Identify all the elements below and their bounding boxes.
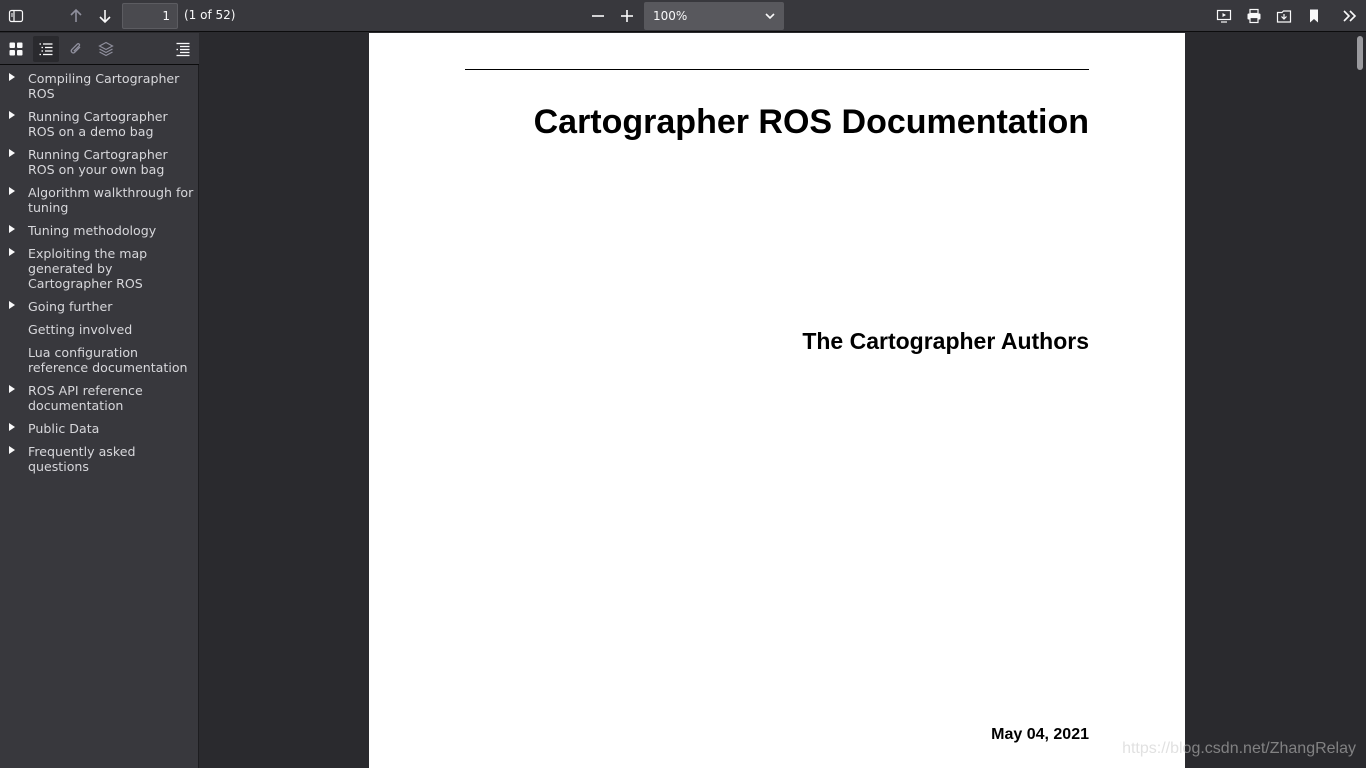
presentation-icon <box>1216 9 1232 23</box>
current-outline-item-icon <box>176 42 190 57</box>
thumbnails-icon <box>9 42 23 56</box>
outline-item-label: Running Cartographer ROS on your own bag <box>28 147 168 177</box>
pdf-page: Cartographer ROS Documentation The Carto… <box>369 33 1185 768</box>
tools-menu-button[interactable] <box>1337 3 1363 29</box>
zoom-out-button[interactable] <box>585 3 611 29</box>
sidebar-toggle-button[interactable] <box>3 3 29 29</box>
outline-item[interactable]: Running Cartographer ROS on a demo bag <box>0 109 199 139</box>
zoom-in-icon <box>621 10 633 22</box>
sidebar-view-switcher <box>0 33 199 65</box>
toolbar: 1 (1 of 52) 100% <box>0 0 1366 32</box>
watermark: https://blog.csdn.net/ZhangRelay <box>1122 740 1356 757</box>
expand-triangle-icon[interactable] <box>9 423 15 431</box>
arrow-up-icon <box>70 8 82 22</box>
zoom-out-icon <box>592 15 604 17</box>
outline-item[interactable]: Exploiting the map generated by Cartogra… <box>0 246 199 291</box>
outline-item-label: Frequently asked questions <box>28 444 136 474</box>
attachments-icon <box>70 43 81 54</box>
double-chevron-right-icon <box>1343 10 1357 22</box>
outline-item-label: Going further <box>28 299 113 314</box>
zoom-in-button[interactable] <box>614 3 640 29</box>
expand-triangle-icon[interactable] <box>9 248 15 256</box>
zoom-value: 100% <box>653 9 688 23</box>
bookmark-icon <box>1310 9 1318 23</box>
thumbnails-view-button[interactable] <box>3 36 29 62</box>
print-button[interactable] <box>1241 3 1267 29</box>
outline-view-button[interactable] <box>33 36 59 62</box>
scrollbar-thumb[interactable] <box>1357 36 1363 70</box>
title-rule <box>465 69 1089 70</box>
previous-page-button[interactable] <box>63 3 89 29</box>
expand-triangle-icon[interactable] <box>9 301 15 309</box>
outline-item-label: Getting involved <box>28 322 133 337</box>
outline-item-label: Running Cartographer ROS on a demo bag <box>28 109 168 139</box>
download-icon <box>1276 10 1292 23</box>
expand-triangle-icon[interactable] <box>9 446 15 454</box>
outline-item-label: Public Data <box>28 421 100 436</box>
outline-item[interactable]: Compiling Cartographer ROS <box>0 71 199 101</box>
expand-triangle-icon[interactable] <box>9 149 15 157</box>
outline-item[interactable]: Going further <box>0 299 199 314</box>
attachments-view-button[interactable] <box>63 36 89 62</box>
outline-item[interactable]: Public Data <box>0 421 199 436</box>
expand-triangle-icon[interactable] <box>9 225 15 233</box>
page-count-label: (1 of 52) <box>184 8 236 22</box>
find-current-outline-button[interactable] <box>170 36 196 62</box>
document-title: Cartographer ROS Documentation <box>533 103 1089 141</box>
outline-item-label: Tuning methodology <box>28 223 157 238</box>
outline-icon <box>39 43 53 56</box>
document-author: The Cartographer Authors <box>802 328 1089 354</box>
layers-view-button[interactable] <box>93 36 119 62</box>
page-number-input[interactable]: 1 <box>122 3 178 29</box>
bookmark-button[interactable] <box>1301 3 1327 29</box>
outline-item-label: Exploiting the map generated by Cartogra… <box>28 246 148 291</box>
download-button[interactable] <box>1271 3 1297 29</box>
expand-triangle-icon[interactable] <box>9 111 15 119</box>
outline-item-label: Algorithm walkthrough for tuning <box>28 185 194 215</box>
zoom-select[interactable]: 100% <box>644 2 784 30</box>
print-icon <box>1247 8 1261 24</box>
expand-triangle-icon[interactable] <box>9 73 15 81</box>
outline-item-label: Lua configuration reference documentatio… <box>28 345 188 375</box>
outline-item[interactable]: Frequently asked questions <box>0 444 199 474</box>
outline-item[interactable]: ROS API reference documentation <box>0 383 199 413</box>
chevron-down-icon <box>765 13 775 20</box>
sidebar: Compiling Cartographer ROS Running Cartog… <box>0 33 199 768</box>
expand-triangle-icon[interactable] <box>9 187 15 195</box>
outline-item[interactable]: Tuning methodology <box>0 223 199 238</box>
outline-item[interactable]: Lua configuration reference documentatio… <box>0 345 199 375</box>
document-date: May 04, 2021 <box>991 726 1089 743</box>
outline-item-label: ROS API reference documentation <box>28 383 143 413</box>
arrow-down-icon <box>99 10 111 24</box>
outline-item-label: Compiling Cartographer ROS <box>28 71 180 101</box>
sidebar-toggle-icon <box>8 9 24 23</box>
outline-item[interactable]: Getting involved <box>0 322 199 337</box>
document-viewer[interactable]: Cartographer ROS Documentation The Carto… <box>200 33 1366 768</box>
outline-item[interactable]: Running Cartographer ROS on your own bag <box>0 147 199 177</box>
next-page-button[interactable] <box>92 3 118 29</box>
presentation-mode-button[interactable] <box>1211 3 1237 29</box>
outline-tree: Compiling Cartographer ROS Running Cartog… <box>0 71 199 482</box>
layers-icon <box>98 41 114 57</box>
vertical-scrollbar[interactable] <box>1354 33 1366 768</box>
outline-item[interactable]: Algorithm walkthrough for tuning <box>0 185 199 215</box>
expand-triangle-icon[interactable] <box>9 385 15 393</box>
